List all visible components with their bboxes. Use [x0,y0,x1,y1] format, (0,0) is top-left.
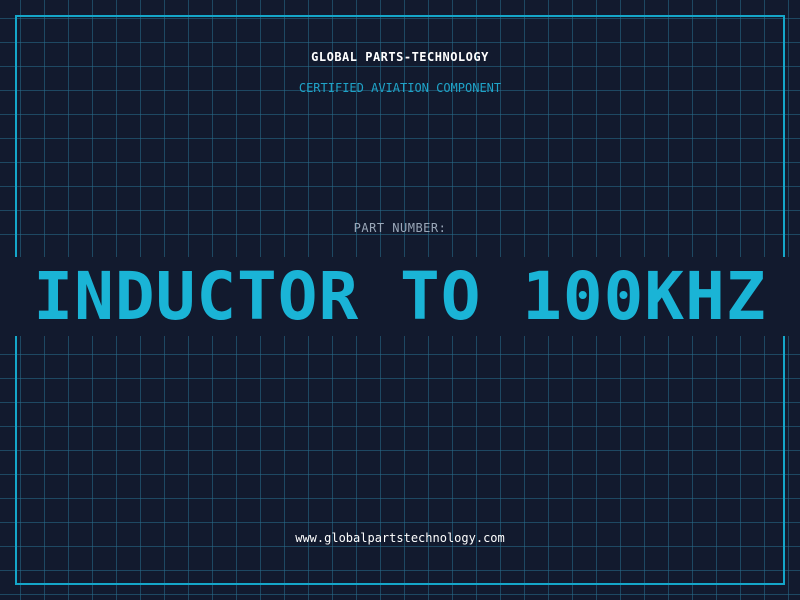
company-name: GLOBAL PARTS-TECHNOLOGY [311,50,489,64]
part-number-label: PART NUMBER: [353,221,447,235]
certificate-card: GLOBAL PARTS-TECHNOLOGY CERTIFIED AVIATI… [0,0,800,600]
website-link[interactable]: www.globalpartstechnology.com [0,531,800,545]
part-number-value: INDUCTOR TO 100KHZ [33,258,767,335]
certification-tagline: CERTIFIED AVIATION COMPONENT [298,81,502,95]
